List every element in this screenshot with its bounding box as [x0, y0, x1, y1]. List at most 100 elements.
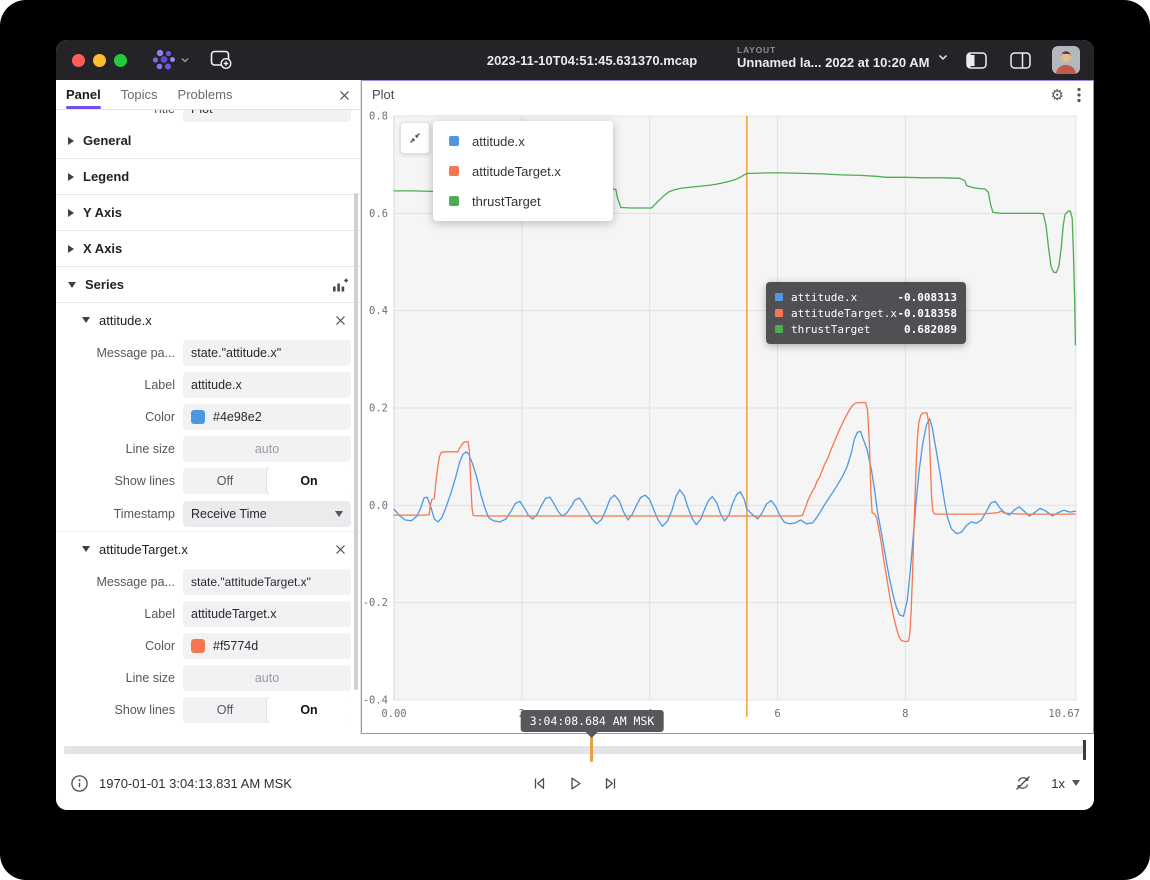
- timestamp-select[interactable]: Receive Time: [183, 501, 351, 527]
- play-button[interactable]: [566, 774, 585, 793]
- show-lines-toggle: Off On: [183, 697, 351, 723]
- zoom-window-button[interactable]: [114, 54, 127, 67]
- tooltip-row: attitude.x -0.008313: [775, 289, 957, 305]
- series-header[interactable]: attitudeTarget.x: [56, 532, 360, 566]
- message-path-input[interactable]: state."attitudeTarget.x": [183, 569, 351, 595]
- app-window: 2023-11-10T04:51:45.631370.mcap LAYOUT U…: [56, 40, 1094, 810]
- close-icon: [335, 544, 346, 555]
- close-icon: [339, 90, 350, 101]
- tab-panel[interactable]: Panel: [56, 80, 111, 109]
- series-block-attitude-x: attitude.x Message pa... state."attitude…: [56, 303, 360, 531]
- title-bar: 2023-11-10T04:51:45.631370.mcap LAYOUT U…: [56, 40, 1094, 80]
- loop-playback-off-button[interactable]: [1013, 773, 1033, 793]
- user-avatar[interactable]: [1052, 46, 1080, 74]
- color-swatch[interactable]: [191, 639, 205, 653]
- series-header[interactable]: attitude.x: [56, 303, 360, 337]
- show-lines-off-button[interactable]: Off: [183, 697, 267, 723]
- data-source-info-button[interactable]: [70, 774, 89, 793]
- chevron-right-icon: [68, 173, 74, 181]
- chevron-right-icon: [68, 209, 74, 217]
- panel-settings-sidebar: Panel Topics Problems Title Plot: [56, 80, 361, 734]
- chevron-down-icon: [335, 511, 343, 517]
- window-controls: [72, 54, 127, 67]
- app-menu-button[interactable]: [151, 47, 190, 73]
- color-row: Color #f5774d: [56, 630, 360, 662]
- seek-bar[interactable]: [64, 746, 1086, 754]
- hover-values-tooltip: attitude.x -0.008313 attitudeTarget.x -0…: [766, 282, 966, 344]
- plot-panel-title: Plot: [372, 87, 394, 102]
- series-swatch: [775, 325, 783, 333]
- add-panel-button[interactable]: [208, 48, 234, 72]
- line-size-row: Line size auto: [56, 433, 360, 465]
- section-legend[interactable]: Legend: [56, 159, 360, 195]
- message-path-input[interactable]: state."attitude.x": [183, 340, 351, 366]
- add-series-button[interactable]: [330, 276, 348, 294]
- svg-text:10.67: 10.67: [1048, 708, 1080, 720]
- foxglove-logo-icon: [151, 47, 177, 73]
- seek-forward-button[interactable]: [602, 774, 621, 793]
- section-series[interactable]: Series: [56, 267, 360, 303]
- section-general[interactable]: General: [56, 123, 360, 159]
- color-row: Color #4e98e2: [56, 401, 360, 433]
- left-sidebar-toggle-button[interactable]: [963, 48, 989, 72]
- sidebar-scrollbar[interactable]: [354, 193, 358, 690]
- show-lines-on-button[interactable]: On: [267, 697, 351, 723]
- color-input[interactable]: #4e98e2: [183, 404, 351, 430]
- line-size-input[interactable]: auto: [183, 436, 351, 462]
- playback-speed-value: 1x: [1051, 776, 1065, 791]
- chevron-right-icon: [68, 245, 74, 253]
- playback-timestamp: 1970-01-01 3:04:13.831 AM MSK: [99, 776, 292, 791]
- seek-hover-marker[interactable]: [590, 737, 593, 762]
- label-input[interactable]: attitudeTarget.x: [183, 601, 351, 627]
- show-lines-row: Show lines Off On: [56, 465, 360, 497]
- tab-topics[interactable]: Topics: [111, 80, 168, 109]
- seek-backward-button[interactable]: [530, 774, 549, 793]
- remove-series-button[interactable]: [332, 541, 348, 557]
- panel-menu-kebab-icon[interactable]: [1077, 87, 1081, 103]
- section-x-axis[interactable]: X Axis: [56, 231, 360, 267]
- tab-problems[interactable]: Problems: [168, 80, 243, 109]
- layout-menu-button[interactable]: LAYOUT Unnamed la... 2022 at 10:20 AM: [737, 45, 949, 70]
- line-size-input[interactable]: auto: [183, 665, 351, 691]
- desktop-background: 2023-11-10T04:51:45.631370.mcap LAYOUT U…: [0, 0, 1150, 880]
- seek-hover-tooltip: 3:04:08.684 AM MSK: [521, 710, 664, 732]
- panel-settings-gear-icon[interactable]: ⚙: [1051, 85, 1064, 105]
- layout-name: Unnamed la... 2022 at 10:20 AM: [737, 55, 929, 70]
- legend-swatch: [449, 196, 459, 206]
- close-sidebar-button[interactable]: [336, 87, 352, 103]
- playback-speed-control[interactable]: 1x: [1051, 776, 1080, 791]
- timestamp-row: Timestamp Receive Time: [56, 497, 360, 531]
- color-input[interactable]: #f5774d: [183, 633, 351, 659]
- show-lines-on-button[interactable]: On: [267, 468, 351, 494]
- svg-text:0.2: 0.2: [369, 403, 388, 415]
- collapse-legend-button[interactable]: [400, 122, 430, 154]
- legend-item[interactable]: thrustTarget: [433, 186, 613, 216]
- remove-series-button[interactable]: [332, 312, 348, 328]
- legend-swatch: [449, 166, 459, 176]
- close-icon: [335, 315, 346, 326]
- layout-label: LAYOUT: [737, 45, 929, 55]
- title-field-input[interactable]: Plot: [183, 110, 351, 122]
- show-lines-off-button[interactable]: Off: [183, 468, 267, 494]
- chevron-down-icon: [180, 56, 190, 64]
- svg-text:8: 8: [902, 708, 908, 720]
- legend-item[interactable]: attitudeTarget.x: [433, 156, 613, 186]
- chevron-right-icon: [68, 137, 74, 145]
- chevron-down-icon: [82, 317, 90, 323]
- minimize-window-button[interactable]: [93, 54, 106, 67]
- sidebar-tab-bar: Panel Topics Problems: [56, 80, 360, 110]
- label-input[interactable]: attitude.x: [183, 372, 351, 398]
- svg-text:6: 6: [774, 708, 780, 720]
- section-y-axis[interactable]: Y Axis: [56, 195, 360, 231]
- svg-text:0.4: 0.4: [369, 305, 388, 317]
- svg-text:0.8: 0.8: [369, 111, 388, 123]
- legend-item[interactable]: attitude.x: [433, 126, 613, 156]
- label-row: Label attitudeTarget.x: [56, 598, 360, 630]
- color-swatch[interactable]: [191, 410, 205, 424]
- right-sidebar-toggle-button[interactable]: [1007, 48, 1033, 72]
- tooltip-row: thrustTarget 0.682089: [775, 321, 957, 337]
- chevron-down-icon: [937, 53, 949, 62]
- chevron-down-icon: [82, 546, 90, 552]
- close-window-button[interactable]: [72, 54, 85, 67]
- playhead-marker[interactable]: [1083, 740, 1086, 760]
